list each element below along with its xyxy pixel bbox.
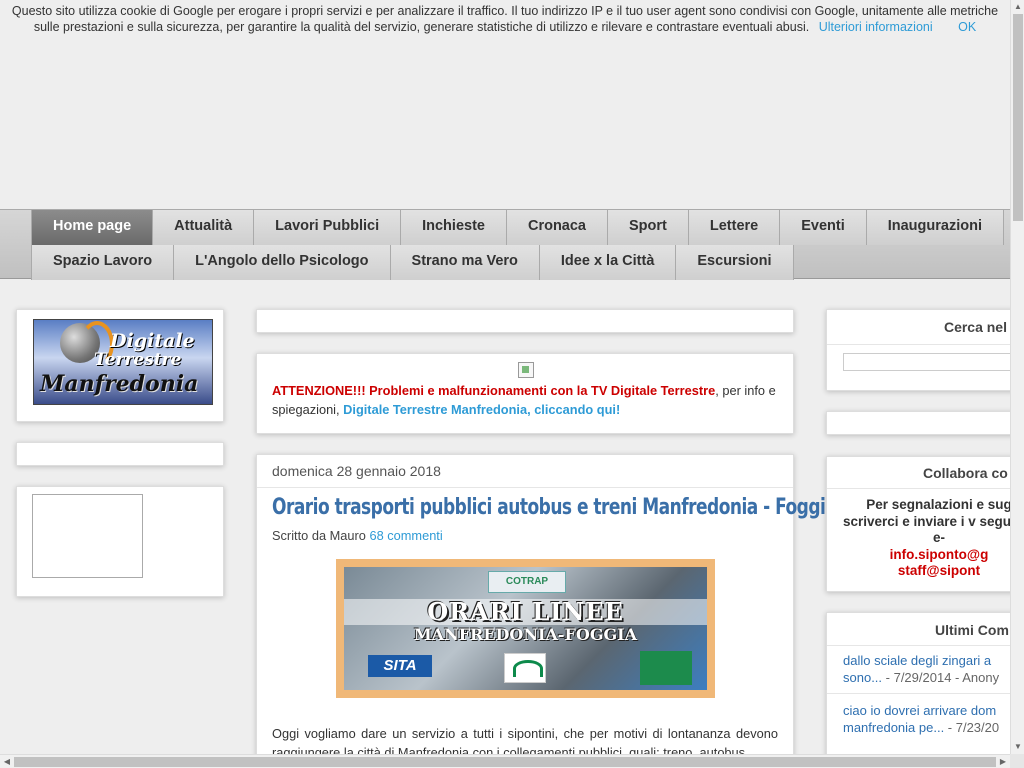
left-empty-widget [16,442,224,466]
nav-item-idee-citta[interactable]: Idee x la Città [539,245,677,280]
nav-item-eventi[interactable]: Eventi [780,210,867,245]
collaborate-text: Per segnalazioni e sug scriverci e invia… [839,497,1024,580]
latest-comments-widget: Ultimi Com dallo sciale degli zingari a … [826,612,1024,762]
cookie-more-info-link[interactable]: Ulteriori informazioni [819,20,933,34]
comment-item: ciao io dovrei arrivare dom manfredonia … [843,703,1024,736]
notice-link[interactable]: Digitale Terrestre Manfredonia, cliccand… [343,402,620,417]
banner-subtitle: MANFREDONIA-FOGGIA [413,625,638,644]
comment-divider [827,693,1023,694]
post-byline: Scritto da Mauro 68 commenti [272,528,443,543]
post-divider [257,487,793,488]
post-title[interactable]: Orario trasporti pubblici autobus e tren… [272,495,837,520]
broken-image-placeholder[interactable] [32,494,143,578]
scroll-down-arrow-icon[interactable]: ▼ [1011,740,1024,754]
banner-photo: COTRAP ORARI LINEE MANFREDONIA-FOGGIA SI… [344,567,707,690]
post-author: Scritto da Mauro [272,528,366,543]
horizontal-scroll-thumb[interactable] [14,757,996,767]
notice-alert: ATTENZIONE!!! Problemi e malfunzionament… [272,383,716,398]
logo-text-2: Terrestre [94,350,182,370]
scroll-right-arrow-icon[interactable]: ▶ [996,755,1010,768]
nav-item-inaugurazioni[interactable]: Inaugurazioni [866,210,1004,245]
nav-row-2: Spazio Lavoro L'Angolo dello Psicologo S… [31,245,794,280]
scroll-left-arrow-icon[interactable]: ◀ [0,755,14,768]
nav-item-inchieste[interactable]: Inchieste [401,210,507,245]
nav-item-strano-ma-vero[interactable]: Strano ma Vero [390,245,540,280]
cookie-banner: Questo sito utilizza cookie di Google pe… [0,0,1010,35]
comment-link[interactable]: ciao io dovrei arrivare dom [843,703,996,718]
scrollbar-corner [1010,754,1024,768]
search-widget-title: Cerca nel [827,310,1023,345]
nav-item-lavori-pubblici[interactable]: Lavori Pubblici [254,210,402,245]
vertical-scrollbar[interactable]: ▲ ▼ [1010,0,1024,754]
collaborate-email-2[interactable]: staff@sipont [898,563,980,578]
center-empty-widget [256,309,794,333]
collaborate-title: Collabora co [827,457,1023,489]
banner-title: ORARI LINEE [427,597,624,626]
cotrap-logo: COTRAP [488,571,566,593]
notice-widget: ATTENZIONE!!! Problemi e malfunzionament… [256,353,794,434]
nav-item-cronaca[interactable]: Cronaca [506,210,608,245]
site-logo[interactable]: Digitale Terrestre Manfredonia [33,319,213,405]
comment-link-cont[interactable]: sono... [843,670,882,685]
logo-text-1: Digitale [110,330,195,352]
collaborate-desc: Per segnalazioni e sug scriverci e invia… [842,497,1024,545]
left-image-widget [16,486,224,597]
right-empty-widget [826,411,1024,435]
nav-item-home[interactable]: Home page [31,210,154,245]
comment-link-cont[interactable]: manfredonia pe... [843,720,944,735]
nav-item-escursioni[interactable]: Escursioni [676,245,794,280]
nav-item-sport[interactable]: Sport [608,210,689,245]
nav-item-lettere[interactable]: Lettere [688,210,781,245]
blog-post: domenica 28 gennaio 2018 Orario trasport… [256,454,837,768]
nav-item-spazio-lavoro[interactable]: Spazio Lavoro [31,245,175,280]
search-input[interactable] [843,353,1024,371]
ferrovie-logo-icon [640,651,692,685]
nav-item-attualita[interactable]: Attualità [153,210,255,245]
logo-text-3: Manfredonia [40,371,199,397]
horizontal-scrollbar[interactable]: ◀ ▶ [0,754,1010,768]
comment-meta: - 7/23/20 [944,719,1000,735]
vertical-scroll-thumb[interactable] [1013,14,1023,221]
logo-widget: Digitale Terrestre Manfredonia [16,309,224,422]
comment-link[interactable]: dallo sciale degli zingari a [843,653,991,668]
post-date: domenica 28 gennaio 2018 [272,463,441,479]
broken-image-icon [518,362,534,378]
nav-row-1: Home page Attualità Lavori Pubblici Inch… [31,210,1004,245]
sita-logo: SITA [368,655,432,677]
post-comments-link[interactable]: 68 commenti [369,528,442,543]
search-widget: Cerca nel [826,309,1024,391]
collaborate-email-1[interactable]: info.siponto@g [890,547,989,562]
latest-comments-title: Ultimi Com [827,613,1023,646]
comment-item: dallo sciale degli zingari a sono... - 7… [843,653,1024,686]
cookie-ok-button[interactable]: OK [958,20,976,34]
main-navigation: Home page Attualità Lavori Pubblici Inch… [0,209,1010,280]
notice-text: ATTENZIONE!!! Problemi e malfunzionament… [272,382,778,419]
nav-item-angolo-psicologo[interactable]: L'Angolo dello Psicologo [174,245,391,280]
scroll-up-arrow-icon[interactable]: ▲ [1011,0,1024,14]
comment-meta: - 7/29/2014 - Anony [882,669,1000,685]
railway-logo-icon [504,653,546,683]
post-banner-image[interactable]: COTRAP ORARI LINEE MANFREDONIA-FOGGIA SI… [336,559,715,698]
collaborate-widget: Collabora co Per segnalazioni e sug scri… [826,456,1024,592]
